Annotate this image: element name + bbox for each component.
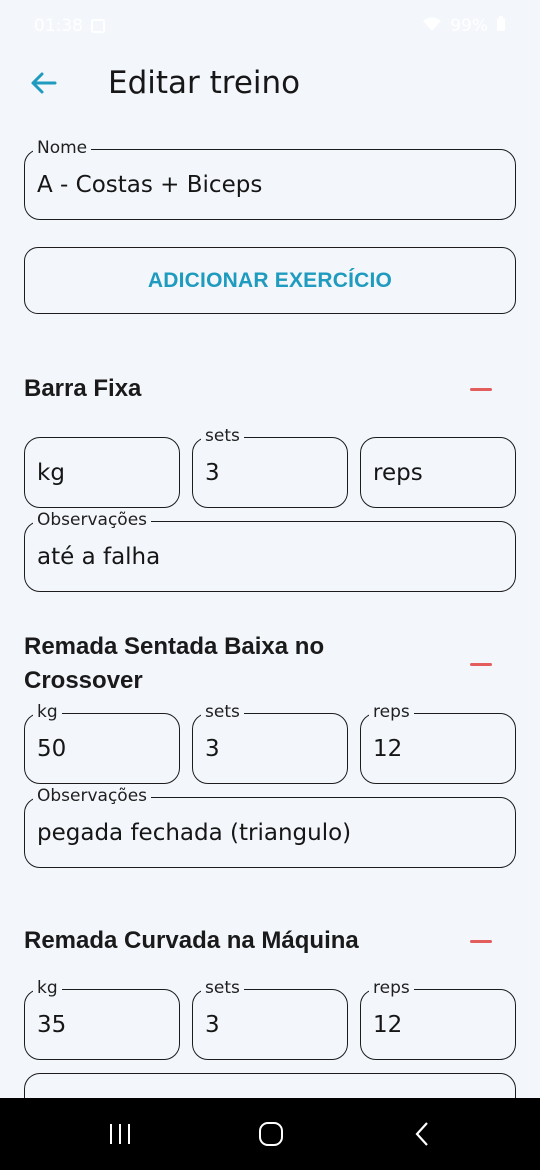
- minus-icon: [470, 387, 492, 391]
- sets-value: 3: [205, 735, 220, 762]
- recents-icon: [110, 1124, 130, 1144]
- remove-exercise-button[interactable]: [466, 374, 496, 404]
- gallery-icon: [91, 19, 105, 33]
- sets-value: 3: [205, 459, 220, 486]
- back-button[interactable]: [22, 62, 64, 104]
- kg-value: 35: [37, 1011, 67, 1038]
- recents-button[interactable]: [100, 1116, 140, 1152]
- reps-field[interactable]: reps 12: [360, 700, 516, 784]
- kg-placeholder: kg: [37, 459, 65, 486]
- reps-value: 12: [373, 1011, 403, 1038]
- system-nav-bar: [0, 1098, 540, 1170]
- exercise-title: Remada Curvada na Máquina: [24, 927, 359, 954]
- sets-field[interactable]: sets 3: [192, 976, 348, 1060]
- notes-field[interactable]: Observações até a falha: [24, 508, 516, 592]
- minus-icon: [470, 662, 492, 666]
- add-exercise-button[interactable]: ADICIONAR EXERCÍCIO: [24, 247, 516, 314]
- remove-exercise-button[interactable]: [466, 649, 496, 679]
- page-title: Editar treino: [108, 65, 301, 101]
- reps-value: 12: [373, 735, 403, 762]
- remove-exercise-button[interactable]: [466, 926, 496, 956]
- status-bar: 01:38 99%: [0, 0, 540, 52]
- notes-field[interactable]: Observações pegada fechada (triangulo): [24, 784, 516, 868]
- kg-field[interactable]: kg: [24, 437, 180, 508]
- sets-field[interactable]: sets 3: [192, 424, 348, 508]
- notes-value: pegada fechada (triangulo): [37, 819, 352, 846]
- exercise-title: Remada Sentada Baixa no Crossover: [24, 633, 325, 694]
- minus-icon: [470, 939, 492, 943]
- status-time: 01:38: [34, 16, 83, 36]
- nav-back-button[interactable]: [403, 1116, 443, 1152]
- reps-field[interactable]: reps 12: [360, 976, 516, 1060]
- notes-value: até a falha: [37, 543, 161, 570]
- exercise-title: Barra Fixa: [24, 375, 142, 402]
- workout-name-value: A - Costas + Biceps: [37, 171, 263, 198]
- home-button[interactable]: [251, 1116, 291, 1152]
- nav-back-icon: [415, 1122, 428, 1146]
- app-bar: Editar treino: [0, 52, 540, 114]
- battery-level: 99%: [450, 16, 488, 36]
- kg-field[interactable]: kg 50: [24, 700, 180, 784]
- workout-name-field[interactable]: Nome A - Costas + Biceps: [24, 136, 516, 220]
- reps-field[interactable]: reps: [360, 437, 516, 508]
- wifi-icon: [422, 16, 442, 37]
- reps-placeholder: reps: [373, 459, 423, 486]
- home-icon: [259, 1122, 283, 1146]
- arrow-left-icon: [31, 72, 57, 94]
- kg-value: 50: [37, 735, 67, 762]
- sets-value: 3: [205, 1011, 220, 1038]
- battery-icon: [496, 15, 506, 37]
- sets-field[interactable]: sets 3: [192, 700, 348, 784]
- kg-field[interactable]: kg 35: [24, 976, 180, 1060]
